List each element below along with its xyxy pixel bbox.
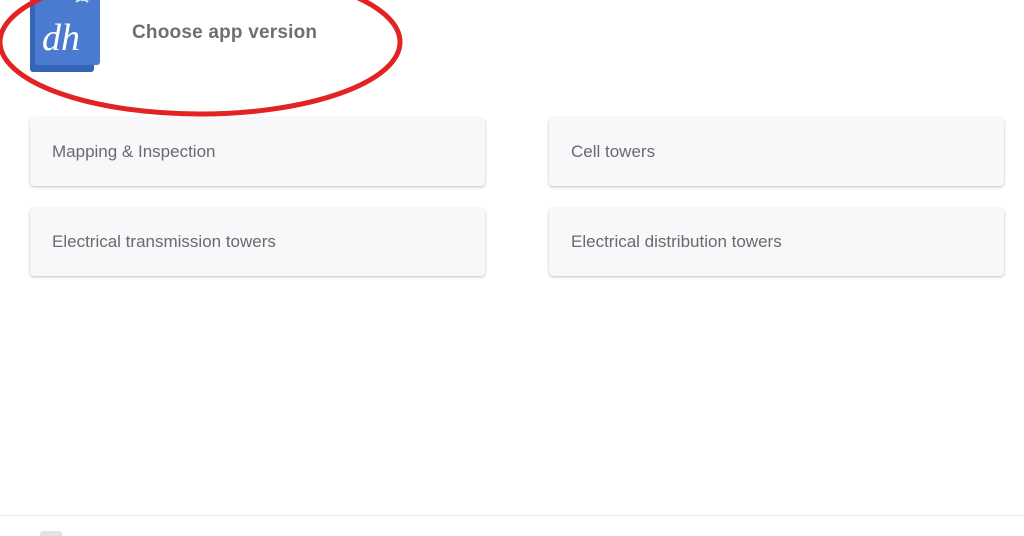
bottom-bar-stub (40, 531, 62, 536)
option-label: Electrical distribution towers (571, 232, 782, 251)
page-title: Choose app version (132, 22, 318, 43)
option-label: Mapping & Inspection (52, 142, 216, 161)
logo-text: dh (42, 17, 80, 59)
app-version-screen: dh Choose app version Mapping & Inspecti… (0, 0, 1024, 536)
bottom-divider (0, 515, 1024, 516)
option-mapping-inspection[interactable]: Mapping & Inspection (30, 118, 485, 186)
option-label: Cell towers (571, 142, 656, 161)
option-label: Electrical transmission towers (52, 232, 276, 251)
option-electrical-transmission-towers[interactable]: Electrical transmission towers (30, 208, 485, 276)
option-cell-towers[interactable]: Cell towers (549, 118, 1004, 186)
app-logo: dh (30, 0, 100, 72)
option-electrical-distribution-towers[interactable]: Electrical distribution towers (549, 208, 1004, 276)
